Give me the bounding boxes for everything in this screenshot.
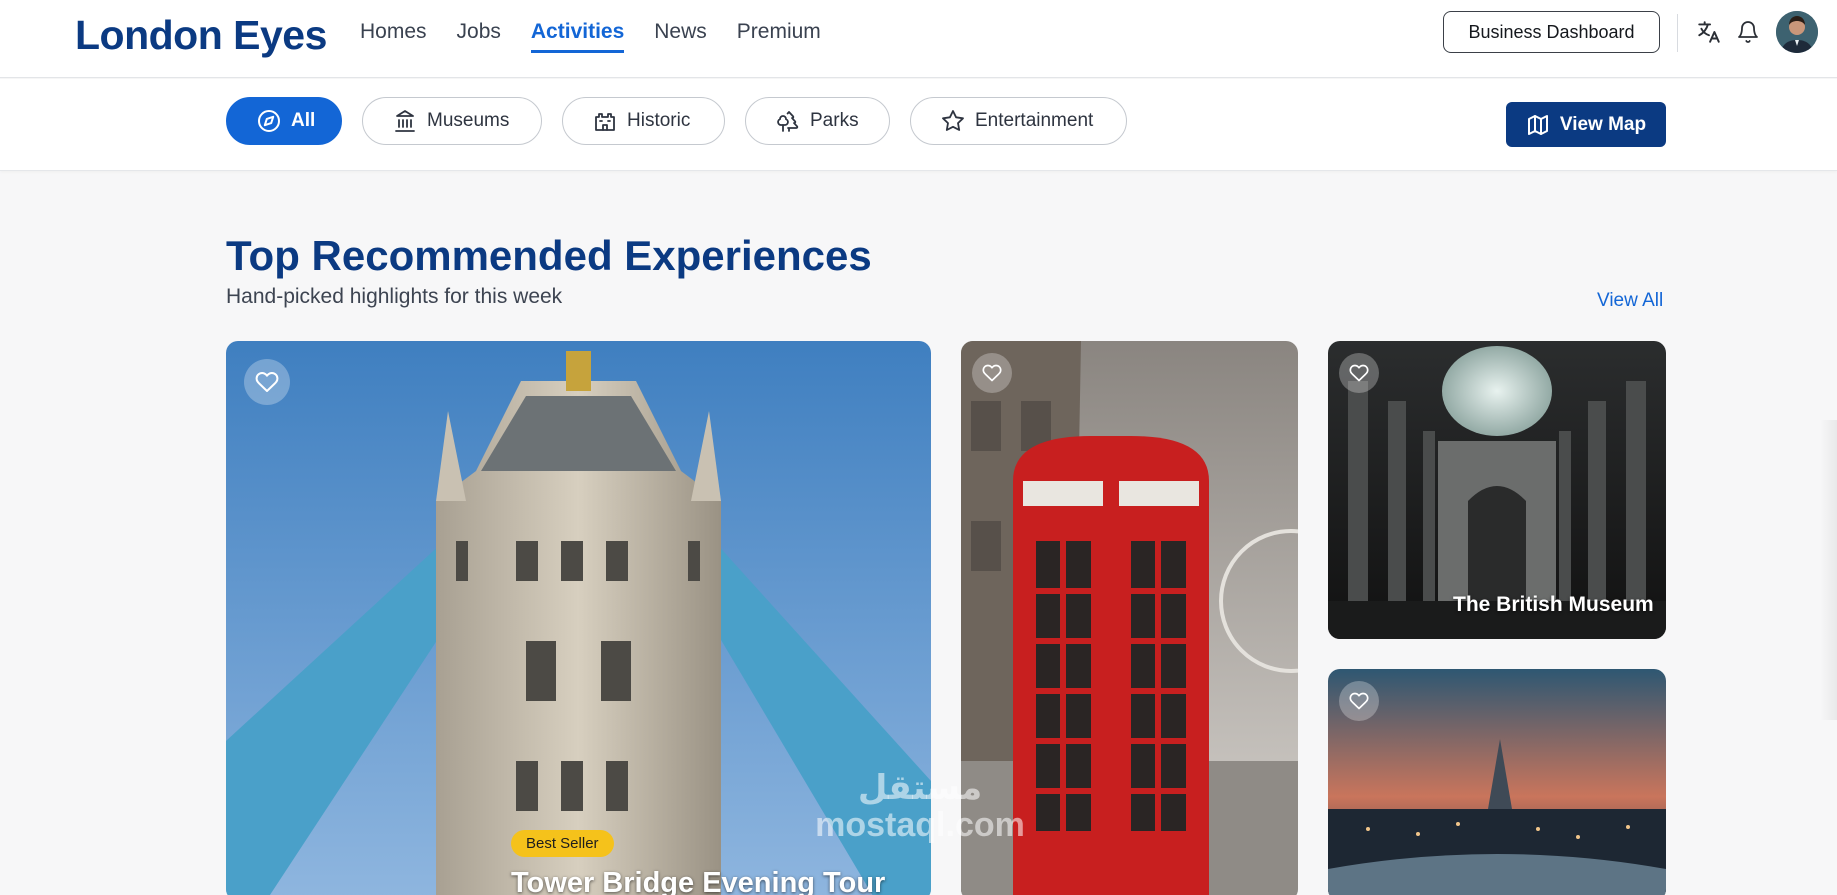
nav-jobs[interactable]: Jobs	[457, 20, 501, 53]
header-divider	[1677, 14, 1678, 52]
watermark-arabic: مستقل	[857, 769, 983, 807]
favorite-button[interactable]	[244, 359, 290, 405]
favorite-button[interactable]	[1339, 681, 1379, 721]
filter-chip-label: Parks	[810, 110, 859, 131]
experience-card-british-museum[interactable]: The British Museum	[1328, 341, 1666, 639]
heart-icon	[255, 372, 279, 392]
filter-chip-label: Entertainment	[975, 110, 1094, 131]
filter-chip-label: Historic	[627, 110, 691, 131]
favorite-button[interactable]	[1339, 353, 1379, 393]
map-icon	[1527, 114, 1548, 135]
nav-activities[interactable]: Activities	[530, 20, 625, 53]
card-title: Tower Bridge Evening Tour	[511, 867, 886, 895]
favorite-button[interactable]	[972, 353, 1012, 393]
nav-premium[interactable]: Premium	[737, 20, 821, 53]
watermark: مستقل mostaql.com	[800, 769, 1040, 845]
compass-icon	[258, 110, 280, 132]
section-title: Top Recommended Experiences	[226, 232, 872, 279]
business-dashboard-button[interactable]: Business Dashboard	[1443, 11, 1660, 53]
brand-logo[interactable]: London Eyes	[75, 12, 327, 59]
category-filter-bar: All Museums Historic Parks Entertainment…	[0, 79, 1837, 171]
castle-icon	[595, 113, 615, 131]
nav-homes[interactable]: Homes	[360, 20, 427, 53]
view-all-link[interactable]: View All	[1597, 290, 1663, 312]
star-icon	[942, 110, 964, 131]
trees-icon	[777, 111, 799, 132]
filter-chip-museums[interactable]: Museums	[362, 97, 542, 145]
section-subtitle: Hand-picked highlights for this week	[226, 285, 563, 308]
translate-icon[interactable]	[1692, 15, 1726, 49]
experience-card-london-skyline[interactable]	[1328, 669, 1666, 895]
nav-news[interactable]: News	[654, 20, 707, 53]
bell-icon[interactable]	[1731, 15, 1765, 49]
best-seller-badge: Best Seller	[511, 830, 614, 857]
watermark-latin: mostaql.com	[815, 806, 1025, 845]
edge-shadow	[1820, 420, 1837, 720]
heart-icon	[1349, 692, 1369, 710]
filter-chip-all[interactable]: All	[226, 97, 342, 145]
filter-chip-parks[interactable]: Parks	[745, 97, 890, 145]
filter-chip-entertainment[interactable]: Entertainment	[910, 97, 1127, 145]
main-nav: Homes Jobs Activities News Premium	[360, 20, 821, 53]
view-map-button[interactable]: View Map	[1506, 102, 1666, 147]
card-title: The British Museum	[1453, 593, 1654, 616]
top-navigation-bar: London Eyes Homes Jobs Activities News P…	[0, 0, 1837, 78]
view-map-label: View Map	[1559, 113, 1647, 135]
heart-icon	[982, 364, 1002, 382]
filter-chip-historic[interactable]: Historic	[562, 97, 725, 145]
filter-chip-label: All	[291, 110, 316, 131]
avatar[interactable]	[1776, 11, 1818, 53]
heart-icon	[1349, 364, 1369, 382]
museum-icon	[395, 110, 415, 132]
filter-chip-label: Museums	[427, 110, 510, 131]
